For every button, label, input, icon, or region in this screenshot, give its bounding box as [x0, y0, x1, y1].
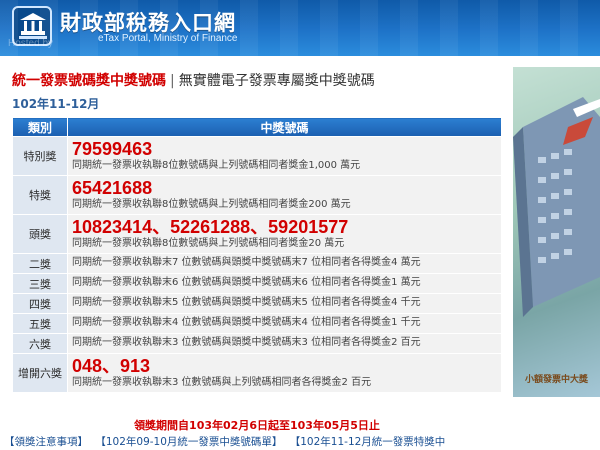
site-subtitle: eTax Portal, Ministry of Finance — [98, 33, 238, 44]
winning-number: 79599463 — [72, 139, 153, 159]
prize-description: 同期統一發票收執聯8位數號碼與上列號碼相同者獎金200 萬元 — [72, 199, 351, 210]
column-header-category: 類別 — [12, 117, 68, 137]
prize-category: 增開六獎 — [12, 353, 68, 393]
prize-cell: 同期統一發票收執聯末4 位數號碼與頭獎中獎號碼末4 位相同者各得獎金1 千元 — [67, 313, 502, 334]
link-sep-oct-list[interactable]: 【102年09-10月統一發票中獎號碼單】 — [95, 436, 282, 448]
prize-description: 同期統一發票收執聯末3 位數號碼與頭獎中獎號碼末3 位相同者各得獎金2 百元 — [72, 337, 421, 348]
prize-cell: 同期統一發票收執聯末6 位數號碼與頭獎中獎號碼末6 位相同者各得獎金1 萬元 — [67, 273, 502, 294]
prize-description: 同期統一發票收執聯末4 位數號碼與頭獎中獎號碼末4 位相同者各得獎金1 千元 — [72, 317, 421, 328]
prize-description: 同期統一發票收執聯末5 位數號碼與頭獎中獎號碼末5 位相同者各得獎金4 千元 — [72, 297, 421, 308]
prize-cell: 79599463 同期統一發票收執聯8位數號碼與上列號碼相同者獎金1,000 萬… — [67, 136, 502, 176]
prize-category: 六獎 — [12, 333, 68, 354]
prize-category: 二獎 — [12, 253, 68, 274]
headline-separator: | — [170, 73, 175, 89]
headline-main: 統一發票號碼獎中獎號碼 — [12, 73, 166, 89]
table-row: 頭獎 10823414、52261288、59201577 同期統一發票收執聯8… — [12, 214, 502, 254]
table-header-row: 類別 中獎號碼 — [12, 117, 502, 137]
prize-category: 頭獎 — [12, 214, 68, 254]
prize-category: 三獎 — [12, 273, 68, 294]
prize-description: 同期統一發票收執聯末6 位數號碼與頭獎中獎號碼末6 位相同者各得獎金1 萬元 — [72, 277, 421, 288]
claim-period-notice: 領獎期間自103年02月6日起至103年05月5日止 — [134, 419, 380, 432]
prize-cell: 10823414、52261288、59201577 同期統一發票收執聯8位數號… — [67, 214, 502, 254]
prize-cell: 同期統一發票收執聯末7 位數號碼與頭獎中獎號碼末7 位相同者各得獎金4 萬元 — [67, 253, 502, 274]
table-row: 三獎 同期統一發票收執聯末6 位數號碼與頭獎中獎號碼末6 位相同者各得獎金1 萬… — [12, 273, 502, 294]
table-row: 特獎 65421688 同期統一發票收執聯8位數號碼與上列號碼相同者獎金200 … — [12, 175, 502, 215]
winning-number: 048、913 — [72, 356, 151, 376]
promo-caption: 小額發票中大獎 — [524, 375, 588, 385]
ministry-logo[interactable] — [12, 6, 52, 46]
site-header: 財政部稅務入口網 eTax Portal, Ministry of Financ… — [0, 0, 600, 56]
prize-category: 四獎 — [12, 293, 68, 314]
promo-banner[interactable] — [513, 67, 600, 397]
prize-description: 同期統一發票收執聯8位數號碼與上列號碼相同者獎金1,000 萬元 — [72, 160, 361, 171]
column-header-numbers: 中獎號碼 — [67, 117, 502, 137]
footer-links: 【領獎注意事項】 【102年09-10月統一發票中獎號碼單】 【102年11-1… — [4, 434, 600, 450]
prize-cell: 同期統一發票收執聯末5 位數號碼與頭獎中獎號碼末5 位相同者各得獎金4 千元 — [67, 293, 502, 314]
watermark-text: Hosted by — [8, 38, 54, 49]
site-title[interactable]: 財政部稅務入口網 — [60, 7, 236, 37]
prize-cell: 同期統一發票收執聯末3 位數號碼與頭獎中獎號碼末3 位相同者各得獎金2 百元 — [67, 333, 502, 354]
table-row: 六獎 同期統一發票收執聯末3 位數號碼與頭獎中獎號碼末3 位相同者各得獎金2 百… — [12, 333, 502, 354]
table-row: 特別獎 79599463 同期統一發票收執聯8位數號碼與上列號碼相同者獎金1,0… — [12, 136, 502, 176]
prize-cell: 048、913 同期統一發票收執聯末3 位數號碼與上列號碼相同者各得獎金2 百元 — [67, 353, 502, 393]
prize-cell: 65421688 同期統一發票收執聯8位數號碼與上列號碼相同者獎金200 萬元 — [67, 175, 502, 215]
prize-table: 類別 中獎號碼 特別獎 79599463 同期統一發票收執聯8位數號碼與上列號碼… — [12, 117, 502, 393]
link-claim-notes[interactable]: 【領獎注意事項】 — [4, 436, 88, 448]
prize-description: 同期統一發票收執聯末7 位數號碼與頭獎中獎號碼末7 位相同者各得獎金4 萬元 — [72, 257, 421, 268]
table-row: 五獎 同期統一發票收執聯末4 位數號碼與頭獎中獎號碼末4 位相同者各得獎金1 千… — [12, 313, 502, 334]
link-nov-dec-special[interactable]: 【102年11-12月統一發票特獎中 — [290, 436, 446, 448]
winning-number: 10823414、52261288、59201577 — [72, 217, 349, 237]
prize-category: 特別獎 — [12, 136, 68, 176]
prize-category: 特獎 — [12, 175, 68, 215]
period-label: 102年11-12月 — [12, 97, 100, 111]
prize-category: 五獎 — [12, 313, 68, 334]
promo-illustration — [513, 97, 600, 317]
building-icon — [19, 13, 47, 39]
winning-number: 65421688 — [72, 178, 153, 198]
table-row: 增開六獎 048、913 同期統一發票收執聯末3 位數號碼與上列號碼相同者各得獎… — [12, 353, 502, 393]
page-headline: 統一發票號碼獎中獎號碼 | 無實體電子發票專屬獎中獎號碼 — [12, 70, 375, 90]
headline-secondary[interactable]: 無實體電子發票專屬獎中獎號碼 — [179, 73, 375, 89]
table-row: 二獎 同期統一發票收執聯末7 位數號碼與頭獎中獎號碼末7 位相同者各得獎金4 萬… — [12, 253, 502, 274]
prize-description: 同期統一發票收執聯8位數號碼與上列號碼相同者獎金20 萬元 — [72, 238, 345, 249]
prize-description: 同期統一發票收執聯末3 位數號碼與上列號碼相同者各得獎金2 百元 — [72, 377, 372, 388]
table-row: 四獎 同期統一發票收執聯末5 位數號碼與頭獎中獎號碼末5 位相同者各得獎金4 千… — [12, 293, 502, 314]
